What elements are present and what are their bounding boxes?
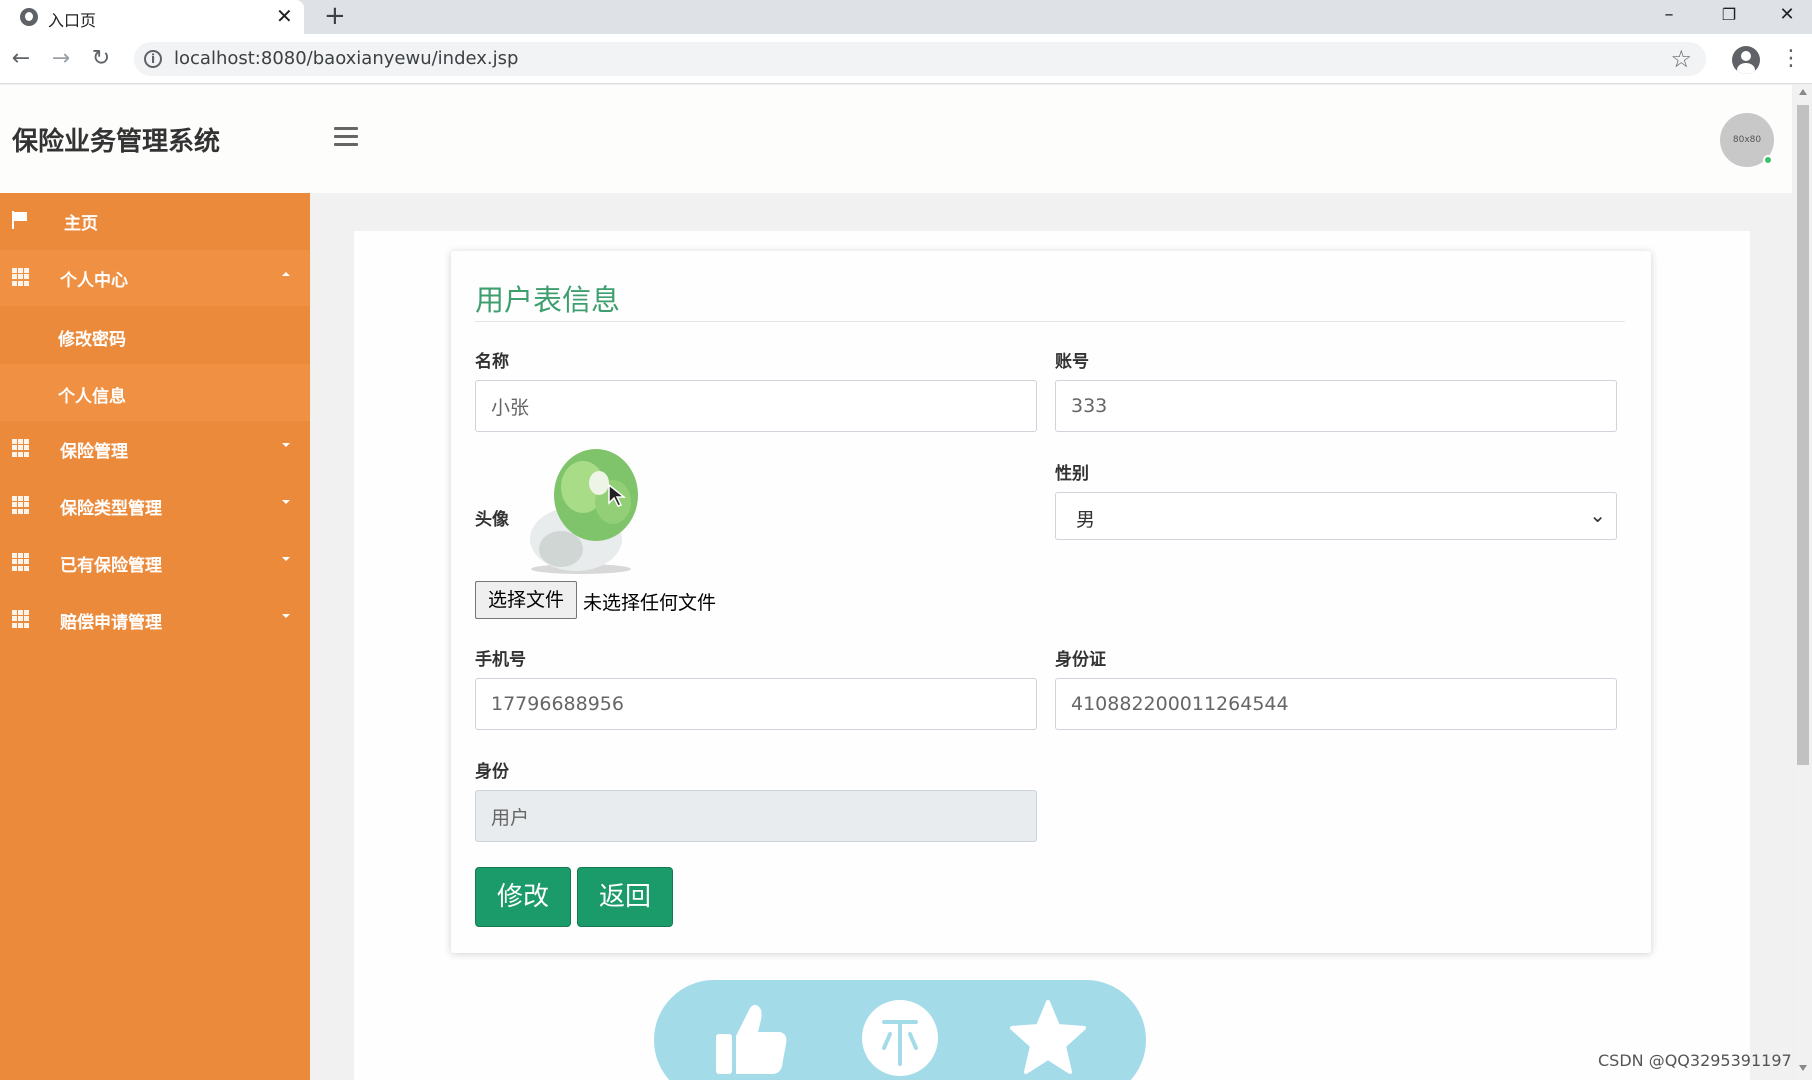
scrollbar-thumb[interactable] bbox=[1797, 105, 1809, 765]
sidebar-item-label: 保险管理 bbox=[60, 442, 128, 462]
caret-down-icon bbox=[282, 443, 290, 447]
online-status-dot bbox=[1763, 155, 1773, 165]
flag-icon bbox=[12, 211, 30, 229]
name-input[interactable] bbox=[475, 380, 1037, 432]
chevron-down-icon: ⌄ bbox=[1589, 503, 1606, 527]
app-header: 保险业务管理系统 80x80 bbox=[0, 85, 1792, 193]
tab-title: 入口页 bbox=[48, 11, 97, 30]
sidebar-item-label: 主页 bbox=[64, 214, 98, 234]
file-status-text: 未选择任何文件 bbox=[583, 592, 717, 614]
user-info-form-card: 用户表信息 名称 账号 头像 性别 男 bbox=[451, 251, 1651, 953]
idcard-input[interactable] bbox=[1055, 678, 1617, 730]
browser-toolbar: ← → ↻ i localhost:8080/baoxianyewu/index… bbox=[0, 34, 1812, 84]
app-brand-title: 保险业务管理系统 bbox=[12, 127, 221, 157]
sidebar-item-label: 赔偿申请管理 bbox=[60, 613, 162, 633]
grid-icon bbox=[12, 553, 30, 571]
browser-tab[interactable]: 入口页 ✕ bbox=[0, 0, 304, 34]
main-content: 用户表信息 名称 账号 头像 性别 男 bbox=[310, 193, 1792, 1080]
profile-icon[interactable] bbox=[1732, 46, 1760, 74]
url-text[interactable]: localhost:8080/baoxianyewu/index.jsp bbox=[174, 48, 518, 69]
browser-tab-bar: 入口页 ✕ + – ❐ ✕ bbox=[0, 0, 1812, 34]
sidebar-item-label: 个人中心 bbox=[60, 271, 128, 291]
content-panel: 用户表信息 名称 账号 头像 性别 男 bbox=[354, 231, 1750, 1080]
role-label: 身份 bbox=[475, 762, 509, 782]
choose-file-button[interactable]: 选择文件 bbox=[475, 581, 577, 619]
sidebar-item-claim-management[interactable]: 赔偿申请管理 bbox=[0, 592, 310, 648]
scroll-up-icon[interactable] bbox=[1799, 89, 1807, 95]
sidebar-item-label: 保险类型管理 bbox=[60, 499, 162, 519]
page-scrollbar[interactable] bbox=[1794, 85, 1812, 1080]
reload-icon[interactable]: ↻ bbox=[88, 46, 114, 72]
new-tab-button[interactable]: + bbox=[324, 1, 346, 31]
star-icon[interactable] bbox=[1008, 998, 1088, 1078]
name-label: 名称 bbox=[475, 352, 509, 372]
gender-label: 性别 bbox=[1055, 464, 1089, 484]
sidebar: 主页 个人中心 修改密码 个人信息 保险管理 保险类型管理 已有保险管理 赔偿申… bbox=[0, 193, 310, 1080]
watermark-text: CSDN @QQ3295391197 bbox=[1598, 1051, 1792, 1070]
minimize-icon[interactable]: – bbox=[1654, 2, 1684, 28]
sidebar-item-home[interactable]: 主页 bbox=[0, 193, 310, 249]
grid-icon bbox=[12, 610, 30, 628]
sidebar-item-insurance-type-management[interactable]: 保险类型管理 bbox=[0, 478, 310, 534]
caret-down-icon bbox=[282, 500, 290, 504]
address-bar[interactable]: i localhost:8080/baoxianyewu/index.jsp ☆ bbox=[134, 42, 1706, 76]
sidebar-subitem-change-password[interactable]: 修改密码 bbox=[0, 307, 310, 364]
close-tab-icon[interactable]: ✕ bbox=[276, 4, 293, 28]
thumbs-up-icon[interactable] bbox=[712, 998, 792, 1078]
sidebar-item-label: 已有保险管理 bbox=[60, 556, 162, 576]
gender-select[interactable]: 男 ⌄ bbox=[1055, 492, 1617, 540]
account-label: 账号 bbox=[1055, 352, 1089, 372]
sidebar-item-existing-insurance-management[interactable]: 已有保险管理 bbox=[0, 535, 310, 591]
kebab-menu-icon[interactable]: ⋮ bbox=[1780, 46, 1802, 72]
hamburger-menu-icon[interactable] bbox=[334, 127, 358, 147]
caret-up-icon bbox=[282, 272, 290, 276]
window-close-icon[interactable]: ✕ bbox=[1772, 2, 1802, 28]
coin-icon[interactable] bbox=[860, 998, 940, 1078]
reaction-bar bbox=[654, 980, 1146, 1080]
form-title: 用户表信息 bbox=[475, 283, 621, 317]
role-input bbox=[475, 790, 1037, 842]
sidebar-item-personal-center[interactable]: 个人中心 bbox=[0, 250, 310, 306]
info-icon[interactable]: i bbox=[144, 50, 162, 68]
restore-icon[interactable]: ❐ bbox=[1714, 2, 1744, 28]
idcard-label: 身份证 bbox=[1055, 650, 1106, 670]
account-input[interactable] bbox=[1055, 380, 1617, 432]
edit-button[interactable]: 修改 bbox=[475, 867, 571, 927]
forward-arrow-icon[interactable]: → bbox=[48, 46, 74, 72]
cabbage-avatar-image bbox=[530, 449, 638, 574]
title-divider bbox=[475, 321, 1625, 322]
caret-down-icon bbox=[282, 557, 290, 561]
phone-input[interactable] bbox=[475, 678, 1037, 730]
scroll-down-icon[interactable] bbox=[1799, 1065, 1807, 1071]
grid-icon bbox=[12, 439, 30, 457]
phone-label: 手机号 bbox=[475, 650, 526, 670]
grid-icon bbox=[12, 496, 30, 514]
globe-icon bbox=[20, 8, 38, 26]
grid-icon bbox=[12, 268, 30, 286]
bookmark-star-icon[interactable]: ☆ bbox=[1670, 45, 1692, 73]
sidebar-item-insurance-management[interactable]: 保险管理 bbox=[0, 421, 310, 477]
sidebar-item-label: 个人信息 bbox=[58, 387, 126, 407]
gender-selected-value: 男 bbox=[1076, 509, 1096, 531]
back-button[interactable]: 返回 bbox=[577, 867, 673, 927]
back-arrow-icon[interactable]: ← bbox=[8, 46, 34, 72]
sidebar-item-label: 修改密码 bbox=[58, 330, 126, 350]
caret-down-icon bbox=[282, 614, 290, 618]
sidebar-subitem-personal-info[interactable]: 个人信息 bbox=[0, 364, 310, 421]
avatar-label: 头像 bbox=[475, 510, 509, 530]
